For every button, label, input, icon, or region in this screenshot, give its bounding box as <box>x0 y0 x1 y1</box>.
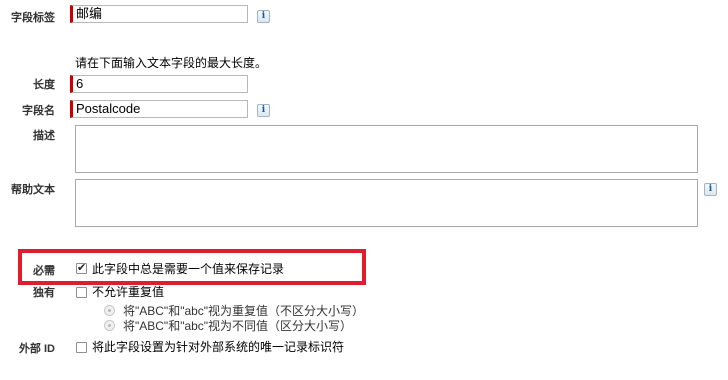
case-insensitive-radio[interactable] <box>104 305 115 316</box>
unique-checkbox[interactable] <box>76 287 87 298</box>
field-name-label: 字段名 <box>22 105 55 117</box>
help-text-label: 帮助文本 <box>11 184 55 196</box>
description-label: 描述 <box>33 130 55 142</box>
length-instruction: 请在下面输入文本字段的最大长度。 <box>75 56 268 70</box>
external-id-checkbox[interactable] <box>76 342 87 353</box>
external-id-label: 外部 ID <box>18 343 55 355</box>
info-icon[interactable]: i <box>257 10 270 23</box>
required-highlight-box <box>18 249 366 285</box>
field-label-input[interactable]: 邮编 <box>70 5 248 23</box>
field-label-label: 字段标签 <box>11 12 55 24</box>
field-name-input[interactable]: Postalcode <box>70 100 248 118</box>
case-sensitive-option-label: 将"ABC"和"abc"视为不同值（区分大小写） <box>123 319 353 333</box>
description-textarea[interactable] <box>75 125 698 173</box>
length-input[interactable]: 6 <box>70 75 248 93</box>
length-label: 长度 <box>33 79 55 91</box>
external-id-checkbox-label: 将此字段设置为针对外部系统的唯一记录标识符 <box>92 340 345 354</box>
unique-label: 独有 <box>33 287 55 299</box>
unique-checkbox-label: 不允许重复值 <box>92 285 165 299</box>
info-icon[interactable]: i <box>704 183 717 196</box>
info-icon[interactable]: i <box>257 104 270 117</box>
case-sensitive-radio[interactable] <box>104 320 115 331</box>
help-text-textarea[interactable] <box>75 179 698 227</box>
